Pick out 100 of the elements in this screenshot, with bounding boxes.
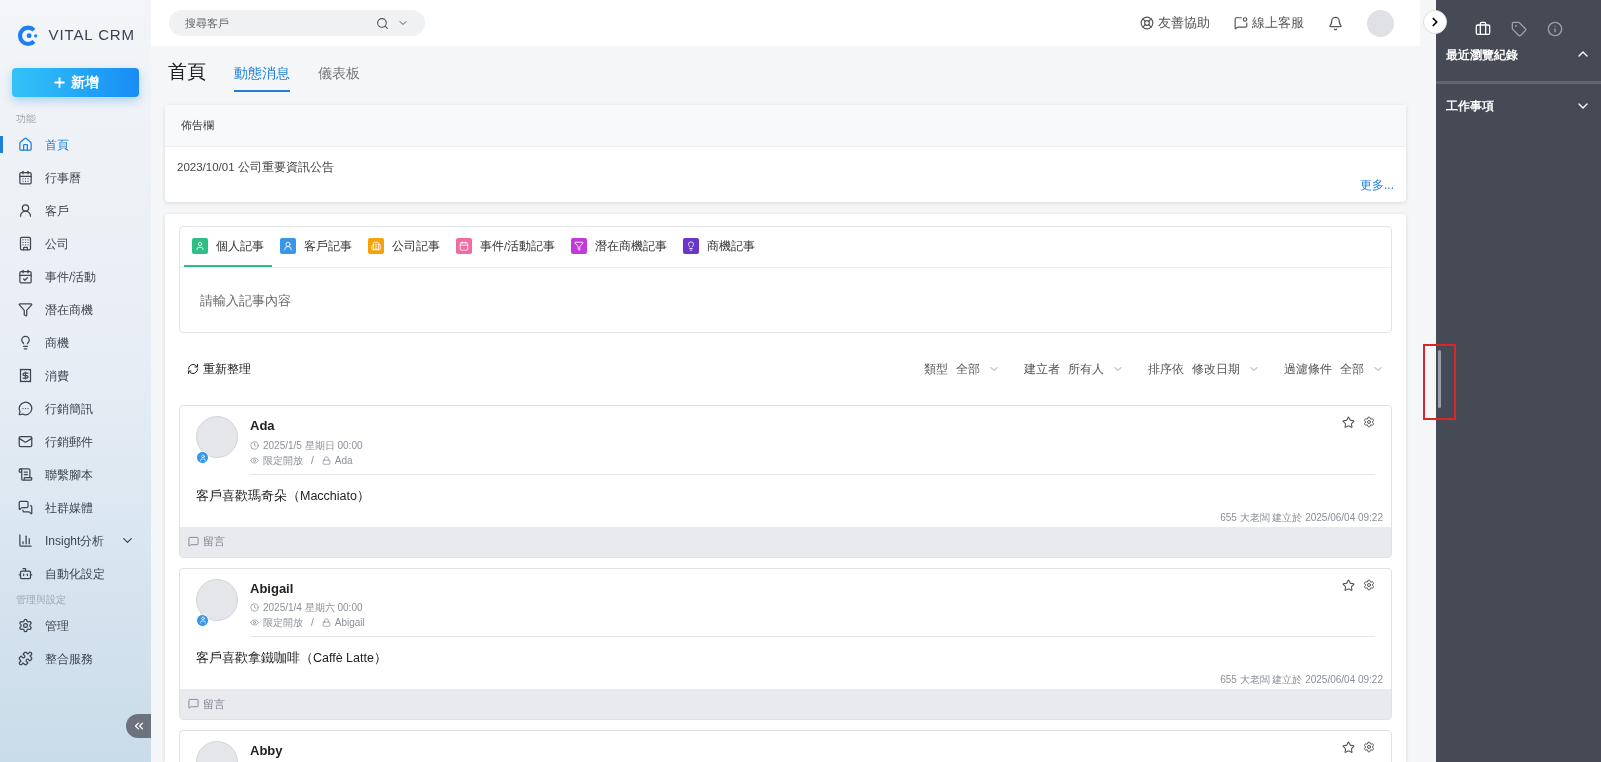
bar-chart-icon bbox=[18, 533, 33, 548]
building-icon bbox=[18, 236, 33, 251]
note-type-tab[interactable]: 潛在商機記事 bbox=[563, 227, 676, 268]
note-date: 2025/1/5 星期日 00:00 bbox=[263, 438, 363, 453]
person-badge-icon bbox=[196, 613, 209, 627]
owner-name: Ada bbox=[334, 453, 353, 468]
sidebar-item[interactable]: 自動化設定 bbox=[0, 557, 151, 590]
author-name: Abby bbox=[250, 741, 283, 760]
page-tab[interactable]: 動態消息 bbox=[234, 63, 290, 92]
panel-section[interactable]: 工作事項 bbox=[1436, 84, 1601, 128]
lock-icon bbox=[321, 455, 331, 465]
clock-icon bbox=[250, 440, 259, 450]
note-type-tab[interactable]: 事件/活動記事 bbox=[448, 227, 564, 268]
separator: / bbox=[311, 616, 314, 630]
sidebar-item[interactable]: 事件/活動 bbox=[0, 260, 151, 293]
filter-dropdown[interactable]: 類型 全部 bbox=[924, 360, 1000, 378]
avatar bbox=[196, 416, 238, 459]
section-title: 功能 bbox=[15, 112, 37, 126]
more-link[interactable]: 更多... bbox=[1360, 176, 1394, 195]
sidebar-item[interactable]: 管理 bbox=[0, 609, 151, 642]
header-link[interactable]: 友善協助 bbox=[1140, 13, 1210, 33]
settings-icon[interactable] bbox=[1363, 416, 1375, 429]
announcement-text: 2023/10/01 公司重要資訊公告 bbox=[176, 160, 335, 175]
avatar bbox=[196, 578, 238, 621]
page-tab[interactable]: 儀表板 bbox=[318, 63, 360, 92]
calendar-icon bbox=[18, 170, 33, 185]
search-input[interactable]: 搜尋客戶 bbox=[185, 14, 368, 32]
home-icon bbox=[18, 137, 33, 152]
sidebar-item[interactable]: Insight分析 bbox=[0, 524, 151, 557]
search-icon[interactable] bbox=[376, 16, 389, 30]
note-text: 客戶喜歡瑪奇朵（Macchiato） bbox=[195, 487, 371, 505]
author-name: Abigail bbox=[250, 579, 294, 598]
logo-text: VITAL CRM bbox=[48, 24, 135, 45]
star-icon[interactable] bbox=[1342, 416, 1355, 430]
visibility-label: 限定開放 bbox=[263, 616, 303, 630]
plus-icon bbox=[52, 75, 67, 90]
lock-icon bbox=[321, 618, 331, 627]
receipt-icon bbox=[18, 368, 33, 383]
note-type-tab[interactable]: 客戶記事 bbox=[272, 227, 360, 268]
funnel-icon bbox=[18, 302, 33, 317]
calendar-icon bbox=[18, 269, 33, 284]
filter-dropdown[interactable]: 建立者 所有人 bbox=[1024, 360, 1124, 378]
eye-icon bbox=[250, 455, 259, 465]
chat-bubble-icon bbox=[18, 401, 33, 416]
search-field[interactable]: 搜尋客戶 bbox=[169, 10, 425, 36]
settings-icon[interactable] bbox=[1363, 578, 1375, 591]
lifebuoy-icon bbox=[1140, 16, 1154, 30]
expand-panel-button[interactable] bbox=[1423, 10, 1447, 34]
comment-icon bbox=[188, 698, 199, 710]
comment-icon bbox=[188, 536, 199, 547]
sidebar-item[interactable]: 潛在商機 bbox=[0, 293, 151, 326]
sidebar-item[interactable]: 行銷簡訊 bbox=[0, 392, 151, 425]
owner-name: Abigail bbox=[334, 616, 365, 630]
visibility-label: 限定開放 bbox=[263, 453, 303, 468]
note-input[interactable]: 請輸入記事內容 bbox=[200, 292, 1371, 311]
sidebar-item[interactable]: 消費 bbox=[0, 359, 151, 392]
sidebar-item[interactable]: 公司 bbox=[0, 227, 151, 260]
eye-icon bbox=[250, 618, 259, 627]
refresh-button[interactable]: 重新整理 bbox=[179, 360, 251, 379]
person-badge-icon bbox=[196, 451, 209, 465]
author-name: Ada bbox=[250, 417, 275, 436]
sidebar-item[interactable]: 行銷郵件 bbox=[0, 425, 151, 458]
filter-dropdown[interactable]: 排序依 修改日期 bbox=[1148, 360, 1260, 378]
mail-icon bbox=[18, 434, 33, 449]
sidebar-item[interactable]: 聯繫腳本 bbox=[0, 458, 151, 491]
robot-icon bbox=[18, 566, 33, 581]
chat-icon bbox=[1234, 16, 1248, 30]
collapse-sidebar-button[interactable] bbox=[126, 714, 151, 738]
lightbulb-icon bbox=[18, 335, 33, 350]
sidebar-item[interactable]: 商機 bbox=[0, 326, 151, 359]
note-type-tab[interactable]: 商機記事 bbox=[675, 227, 764, 268]
sidebar-item[interactable]: 社群媒體 bbox=[0, 491, 151, 524]
settings-icon bbox=[18, 618, 33, 633]
sidebar-item[interactable]: 首頁 bbox=[0, 128, 151, 161]
header-link[interactable]: 線上客服 bbox=[1234, 13, 1304, 33]
page-title: 首頁 bbox=[168, 59, 206, 84]
note-date: 2025/1/4 星期六 00:00 bbox=[263, 601, 363, 615]
star-icon[interactable] bbox=[1342, 740, 1355, 754]
note-text: 客戶喜歡拿鐵咖啡（Caffè Latte） bbox=[195, 650, 388, 667]
created-info: 655 大老闆 建立於 2025/06/04 09:22 bbox=[1220, 672, 1383, 687]
puzzle-icon bbox=[18, 651, 33, 666]
filter-dropdown[interactable]: 過濾條件 全部 bbox=[1284, 360, 1384, 378]
sidebar-item[interactable]: 整合服務 bbox=[0, 642, 151, 675]
notification-icon[interactable] bbox=[1328, 15, 1343, 31]
chat-bubbles-icon bbox=[18, 500, 33, 515]
separator: / bbox=[311, 453, 314, 468]
star-icon[interactable] bbox=[1342, 578, 1355, 592]
note-type-tab[interactable]: 公司記事 bbox=[360, 227, 448, 268]
clock-icon bbox=[250, 603, 259, 612]
refresh-icon bbox=[187, 363, 199, 376]
sidebar-item[interactable]: 客戶 bbox=[0, 194, 151, 227]
note-type-tab[interactable]: 個人記事 bbox=[184, 227, 272, 268]
created-info: 655 大老闆 建立於 2025/06/04 09:22 bbox=[1220, 510, 1383, 525]
bulletin-title: 佈告欄 bbox=[165, 105, 1406, 147]
resize-handle[interactable] bbox=[1438, 350, 1441, 408]
settings-icon[interactable] bbox=[1363, 740, 1375, 753]
panel-section[interactable]: 最近瀏覽紀錄 bbox=[1436, 44, 1601, 84]
sidebar-item[interactable]: 行事曆 bbox=[0, 161, 151, 194]
person-icon bbox=[18, 203, 33, 218]
scroll-icon bbox=[18, 467, 33, 482]
